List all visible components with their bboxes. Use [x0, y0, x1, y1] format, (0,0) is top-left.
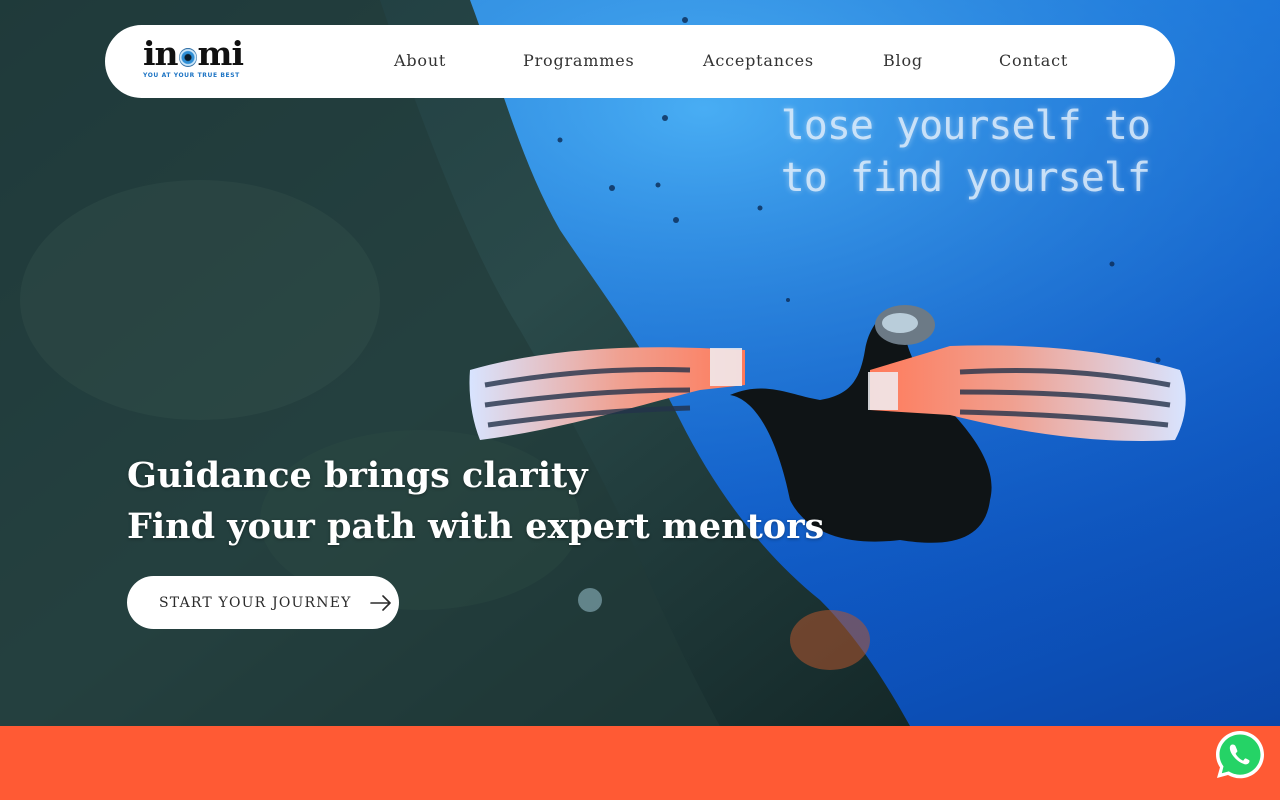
nav-contact[interactable]: Contact: [999, 51, 1068, 70]
nav-acceptances[interactable]: Acceptances: [703, 51, 814, 70]
video-caption-line-1: lose yourself to: [780, 103, 1151, 149]
hero-headline-line-2: Find your path with expert mentors: [127, 506, 825, 547]
whatsapp-button[interactable]: [1213, 728, 1267, 782]
whatsapp-icon: [1216, 731, 1264, 779]
hero-headline-line-1: Guidance brings clarity: [127, 455, 588, 496]
start-journey-button[interactable]: START YOUR JOURNEY: [127, 576, 399, 629]
arrow-right-icon: [369, 594, 391, 611]
hero-headline: Guidance brings clarity Find your path w…: [127, 450, 824, 552]
nav-programmes[interactable]: Programmes: [523, 51, 635, 70]
video-caption-line-2: to find yourself: [780, 155, 1151, 201]
main-nav: About Programmes Acceptances Blog Contac…: [105, 25, 1175, 98]
next-section-band: [0, 726, 1280, 800]
nav-about[interactable]: About: [394, 51, 446, 70]
start-journey-label: START YOUR JOURNEY: [159, 594, 352, 611]
site-header: in mi YOU AT YOUR TRUE BEST About Program…: [105, 25, 1175, 98]
nav-blog[interactable]: Blog: [883, 51, 923, 70]
video-caption: lose yourself to to find yourself: [780, 103, 1151, 204]
